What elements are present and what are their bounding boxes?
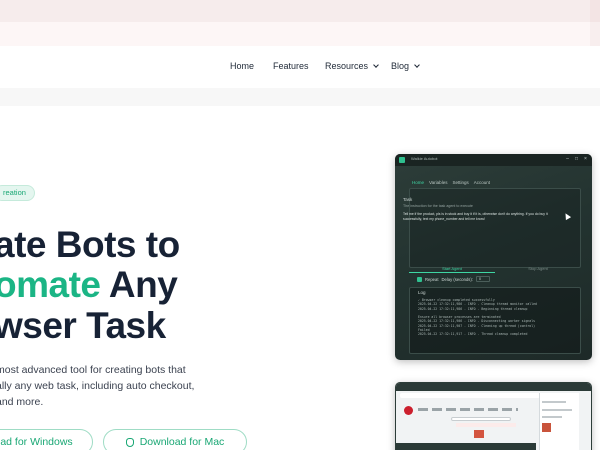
close-icon: × — [584, 156, 587, 162]
minimize-icon: – — [566, 156, 569, 162]
headline-line-2-rest: Any — [100, 264, 178, 305]
tab-settings: Settings — [452, 180, 469, 185]
headline-accent: omate — [0, 264, 101, 305]
window-titlebar: Walkie Autobot – □ × — [395, 154, 592, 166]
nav-blog[interactable]: Blog — [391, 61, 420, 71]
banner-edge-secondary — [590, 22, 600, 46]
top-navigation: Home Features Resources Blog — [0, 46, 600, 88]
delay-input: 0 — [475, 276, 490, 282]
download-windows-button[interactable]: ad for Windows — [0, 429, 93, 450]
banner-edge — [590, 0, 600, 22]
checkbox-checked-icon — [417, 276, 422, 282]
tab-variables: Variables — [429, 180, 448, 185]
headline-line-2: omate Any — [0, 264, 178, 306]
store-logo-icon — [404, 406, 413, 415]
hero-description: most advanced tool for creating bots tha… — [0, 362, 226, 410]
store-nav — [418, 408, 518, 411]
top-banner-band-secondary — [0, 22, 600, 46]
headline-line-1: ate Bots to — [0, 224, 180, 265]
sidebar-text-line — [542, 416, 562, 418]
browser-bottom-panel — [396, 443, 536, 450]
app-tabs: Home Variables Settings Account — [412, 180, 490, 185]
nav-features-label: Features — [273, 61, 309, 71]
task-instruction-text: Tell me if the product, pls is in stock … — [403, 212, 548, 221]
store-search — [451, 417, 511, 421]
download-mac-label: Download for Mac — [139, 436, 225, 448]
hero-description-line-2: ally any web task, including auto checko… — [0, 380, 195, 392]
start-agent-button: Start Agent — [409, 265, 495, 273]
download-mac-button[interactable]: Download for Mac — [103, 429, 247, 450]
sidebar-product-image — [542, 423, 551, 432]
sidebar-text-line — [542, 409, 572, 411]
download-windows-label: ad for Windows — [0, 436, 73, 448]
store-banner — [456, 423, 516, 427]
repeat-label: Repeat — [425, 276, 439, 282]
task-hint: The instruction for the task agent to ex… — [403, 204, 473, 208]
nav-blog-label: Blog — [391, 61, 410, 71]
nav-home[interactable]: Home — [230, 61, 254, 71]
nav-divider-band — [0, 88, 600, 106]
product-thumbnail — [474, 430, 484, 438]
tab-home: Home — [412, 180, 425, 185]
app-logo-icon — [399, 157, 405, 163]
task-label: Task — [403, 197, 413, 202]
log-panel: Log ✓ Browser cleanup completed successf… — [409, 287, 581, 354]
apple-icon — [125, 437, 134, 447]
repeat-row: Repeat Delay (seconds): 0 — [417, 276, 490, 282]
app-screenshot: Walkie Autobot – □ × Home Variables Sett… — [395, 154, 592, 360]
nav-home-label: Home — [230, 61, 255, 71]
maximize-icon: □ — [574, 156, 579, 162]
tab-account: Account — [473, 180, 490, 185]
hero-description-line-1: most advanced tool for creating bots tha… — [0, 364, 186, 376]
task-panel — [409, 188, 581, 268]
sidebar-text-line — [542, 401, 566, 403]
hero-tag-pill: reation — [0, 185, 35, 201]
browser-screenshot — [395, 382, 592, 450]
log-label: Log — [418, 290, 426, 295]
log-output: ✓ Browser cleanup completed successfully… — [418, 298, 578, 337]
hero-description-line-3: and more. — [0, 396, 44, 408]
top-banner-band — [0, 0, 600, 22]
log-line: 2025-04-22 17:32:11,917 - INFO - Thread … — [418, 332, 528, 337]
nav-features[interactable]: Features — [273, 61, 309, 71]
delay-label: Delay (seconds): — [441, 276, 473, 282]
chevron-down-icon — [414, 61, 420, 68]
chevron-down-icon — [373, 61, 379, 68]
browser-tabbar — [396, 383, 591, 391]
headline-line-3: wser Task — [0, 305, 166, 346]
nav-resources[interactable]: Resources — [325, 61, 379, 71]
nav-resources-label: Resources — [325, 61, 369, 71]
stop-agent-button: Stop Agent — [528, 266, 548, 271]
window-title: Walkie Autobot — [411, 156, 438, 161]
browser-address-bar — [400, 393, 540, 398]
agent-controls: Start Agent Stop Agent — [409, 265, 581, 273]
